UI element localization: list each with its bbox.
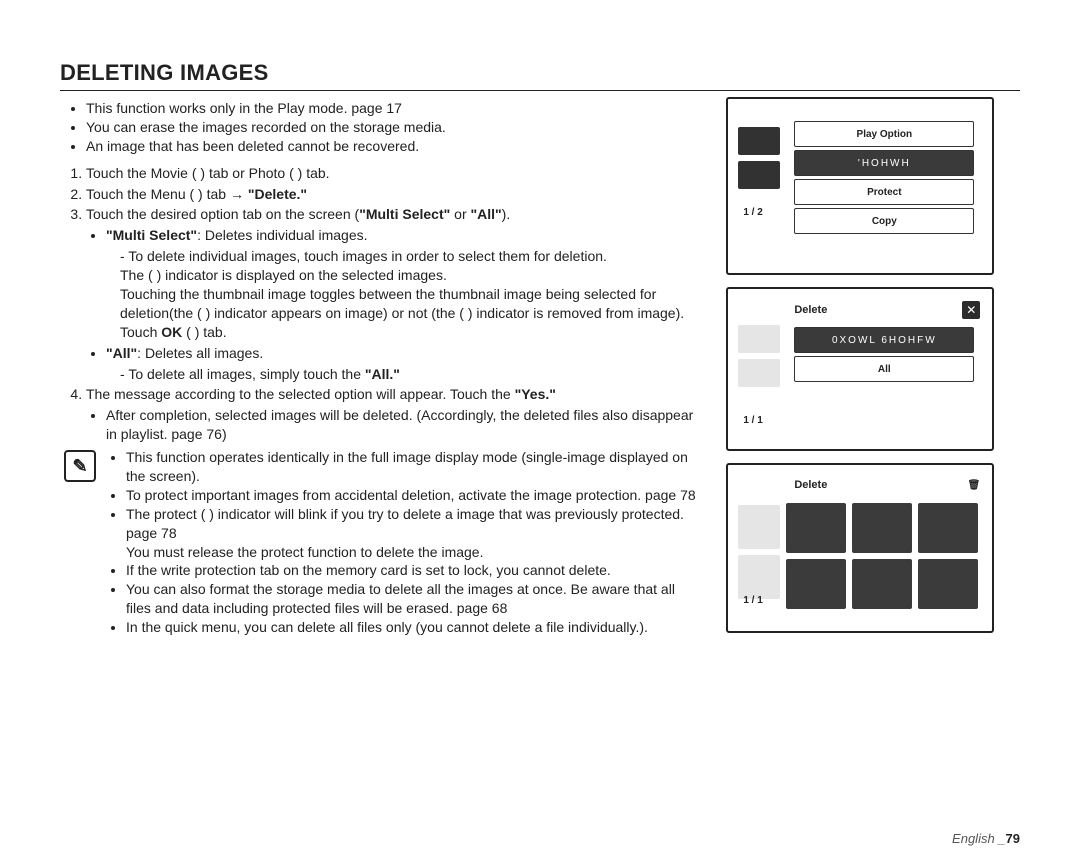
step-4: The message according to the selected op…	[86, 385, 696, 444]
step-1: Touch the Movie ( ) tab or Photo ( ) tab…	[86, 164, 696, 183]
menu-item-multi-select[interactable]: 0XOWL 6HOHFW	[794, 327, 974, 353]
intro-bullet: An image that has been deleted cannot be…	[86, 137, 696, 156]
note-block: ✎ This function operates identically in …	[60, 448, 696, 637]
note-item: To protect important images from acciden…	[126, 486, 696, 505]
photo-tab-icon[interactable]	[738, 555, 780, 599]
intro-bullet: You can erase the images recorded on the…	[86, 118, 696, 137]
note-icon: ✎	[64, 450, 96, 482]
note-item: In the quick menu, you can delete all fi…	[126, 618, 696, 637]
note-item: If the write protection tab on the memor…	[126, 561, 696, 580]
content-row: This function works only in the Play mod…	[60, 97, 1020, 637]
thumbnail[interactable]	[786, 559, 846, 609]
photo-tab-icon[interactable]	[738, 359, 780, 387]
side-tabs	[738, 325, 780, 387]
step3-multiselect: "Multi Select": Deletes individual image…	[106, 226, 696, 341]
intro-bullet: This function works only in the Play mod…	[86, 99, 696, 118]
step3-dash-item: To delete all images, simply touch the "…	[120, 365, 696, 384]
screen-title: Delete	[794, 304, 827, 316]
page-counter: 1 / 1	[743, 595, 762, 606]
menu-item-protect[interactable]: Protect	[794, 179, 974, 205]
menu-item-delete[interactable]: 'HOHWH	[794, 150, 974, 176]
intro-bullets: This function works only in the Play mod…	[60, 99, 696, 156]
side-tabs	[738, 505, 780, 599]
section-title: DELETING IMAGES	[60, 60, 1020, 86]
step-2: Touch the Menu ( ) tab → "Delete."	[86, 185, 696, 204]
title-rule	[60, 90, 1020, 91]
right-column: 1 / 2 Play Option 'HOHWH Protect Copy De…	[696, 97, 1020, 637]
step4-sub-item: After completion, selected images will b…	[106, 406, 696, 444]
screen-header: Delete ✕	[794, 301, 980, 319]
step3-sub: "Multi Select": Deletes individual image…	[86, 226, 696, 383]
device-screen-play-option: 1 / 2 Play Option 'HOHWH Protect Copy	[726, 97, 994, 275]
thumbnail[interactable]	[852, 559, 912, 609]
left-column: This function works only in the Play mod…	[60, 97, 696, 637]
note-list: This function operates identically in th…	[106, 448, 696, 637]
page-root: DELETING IMAGES This function works only…	[0, 0, 1080, 866]
menu-list: 0XOWL 6HOHFW All	[794, 327, 974, 382]
menu-item-play-option[interactable]: Play Option	[794, 121, 974, 147]
page-counter: 1 / 2	[743, 207, 762, 218]
steps-list: Touch the Movie ( ) tab or Photo ( ) tab…	[60, 164, 696, 444]
photo-tab-icon[interactable]	[738, 161, 780, 189]
thumbnail[interactable]	[918, 503, 978, 553]
step4-sub: After completion, selected images will b…	[86, 406, 696, 444]
step3-multiselect-dash: To delete individual images, touch image…	[106, 247, 696, 341]
page-footer: English _79	[952, 831, 1020, 846]
note-item: You can also format the storage media to…	[126, 580, 696, 618]
thumbnail[interactable]	[918, 559, 978, 609]
menu-list: Play Option 'HOHWH Protect Copy	[794, 121, 974, 234]
thumbnail-grid	[786, 503, 978, 609]
step3-all: "All": Deletes all images. To delete all…	[106, 344, 696, 384]
device-screen-delete-grid: Delete 🗑 1 / 1	[726, 463, 994, 633]
note-item: This function operates identically in th…	[126, 448, 696, 486]
step-3: Touch the desired option tab on the scre…	[86, 205, 696, 383]
screen-header: Delete 🗑	[794, 479, 980, 491]
menu-item-all[interactable]: All	[794, 356, 974, 382]
close-icon[interactable]: ✕	[962, 301, 980, 319]
menu-item-copy[interactable]: Copy	[794, 208, 974, 234]
thumbnail[interactable]	[852, 503, 912, 553]
step3-all-dash: To delete all images, simply touch the "…	[106, 365, 696, 384]
note-item: The protect ( ) indicator will blink if …	[126, 505, 696, 562]
movie-tab-icon[interactable]	[738, 325, 780, 353]
page-counter: 1 / 1	[743, 415, 762, 426]
side-tabs	[738, 127, 780, 189]
device-screen-delete-options: Delete ✕ 1 / 1 0XOWL 6HOHFW All	[726, 287, 994, 451]
movie-tab-icon[interactable]	[738, 127, 780, 155]
movie-tab-icon[interactable]	[738, 505, 780, 549]
thumbnail[interactable]	[786, 503, 846, 553]
screen-title: Delete	[794, 479, 827, 491]
trash-icon[interactable]: 🗑	[968, 480, 981, 491]
step3-dash-item: To delete individual images, touch image…	[120, 247, 696, 341]
